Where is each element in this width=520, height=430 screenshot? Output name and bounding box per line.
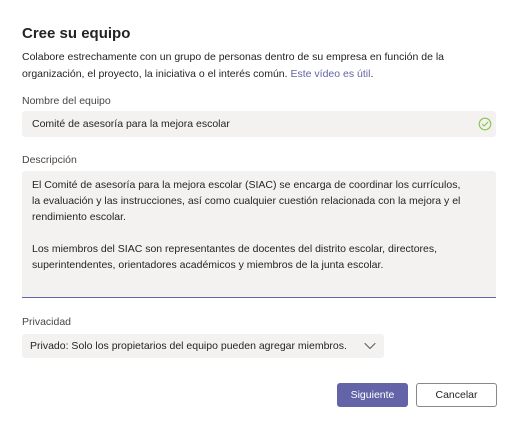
intro-text: Colabore estrechamente con un grupo de p… bbox=[22, 51, 445, 80]
create-team-dialog: Cree su equipo Colabore estrechamente co… bbox=[0, 0, 520, 430]
privacy-selected-value: Privado: Solo los propietarios del equip… bbox=[30, 340, 347, 352]
check-circle-icon bbox=[478, 117, 492, 131]
dialog-title: Cree su equipo bbox=[22, 25, 131, 42]
cancel-button[interactable]: Cancelar bbox=[416, 383, 497, 407]
team-name-input[interactable]: Comité de asesoría para la mejora escola… bbox=[22, 111, 496, 137]
help-video-link[interactable]: Este vídeo es útil bbox=[290, 68, 370, 80]
intro-period: . bbox=[370, 68, 374, 80]
chevron-down-icon bbox=[364, 342, 376, 350]
next-button[interactable]: Siguiente bbox=[337, 383, 408, 407]
dialog-intro: Colabore estrechamente con un grupo de p… bbox=[22, 49, 492, 83]
description-textarea[interactable]: El Comité de asesoría para la mejora esc… bbox=[22, 171, 496, 298]
privacy-label: Privacidad bbox=[22, 316, 72, 328]
description-label: Descripción bbox=[22, 154, 77, 166]
team-name-label: Nombre del equipo bbox=[22, 95, 111, 107]
privacy-dropdown[interactable]: Privado: Solo los propietarios del equip… bbox=[22, 334, 384, 358]
